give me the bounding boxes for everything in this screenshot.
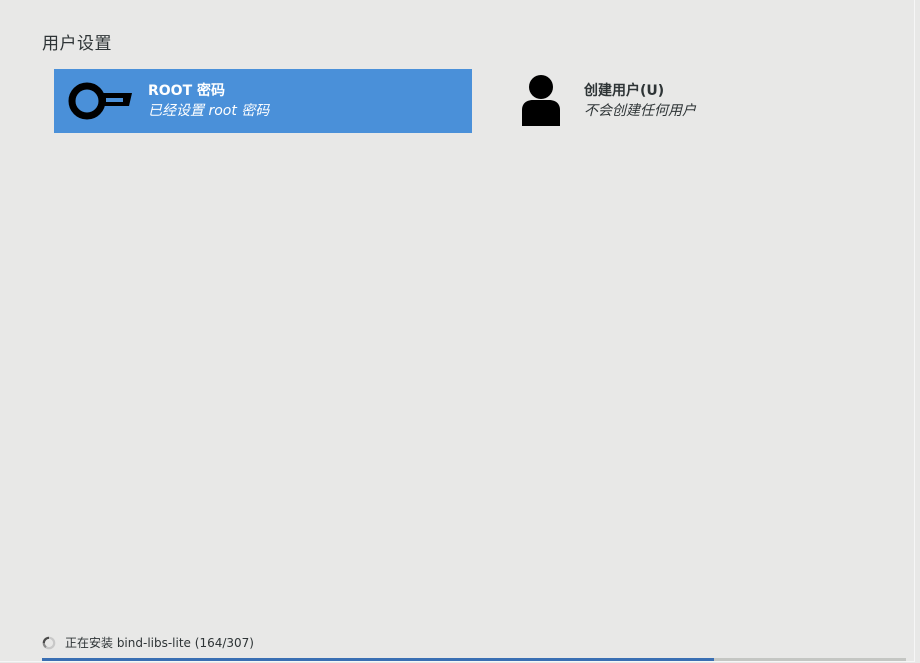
install-status: 正在安装 bind-libs-lite (164/307) (42, 634, 254, 651)
install-status-text: 正在安装 bind-libs-lite (164/307) (65, 636, 254, 650)
install-progress-fill (42, 658, 715, 661)
root-password-title: ROOT 密码 (148, 82, 226, 99)
root-password-spoke[interactable]: ROOT 密码 已经设置 root 密码 (54, 69, 472, 133)
spinner-icon (42, 636, 56, 650)
user-icon (498, 69, 584, 133)
key-icon (54, 69, 148, 133)
root-password-status: 已经设置 root 密码 (148, 102, 270, 119)
create-user-title: 创建用户(U) (584, 82, 665, 99)
install-progress-bar (42, 658, 906, 661)
section-title: 用户设置 (42, 34, 112, 54)
create-user-status: 不会创建任何用户 (584, 102, 696, 119)
create-user-spoke[interactable]: 创建用户(U) 不会创建任何用户 (498, 69, 898, 133)
